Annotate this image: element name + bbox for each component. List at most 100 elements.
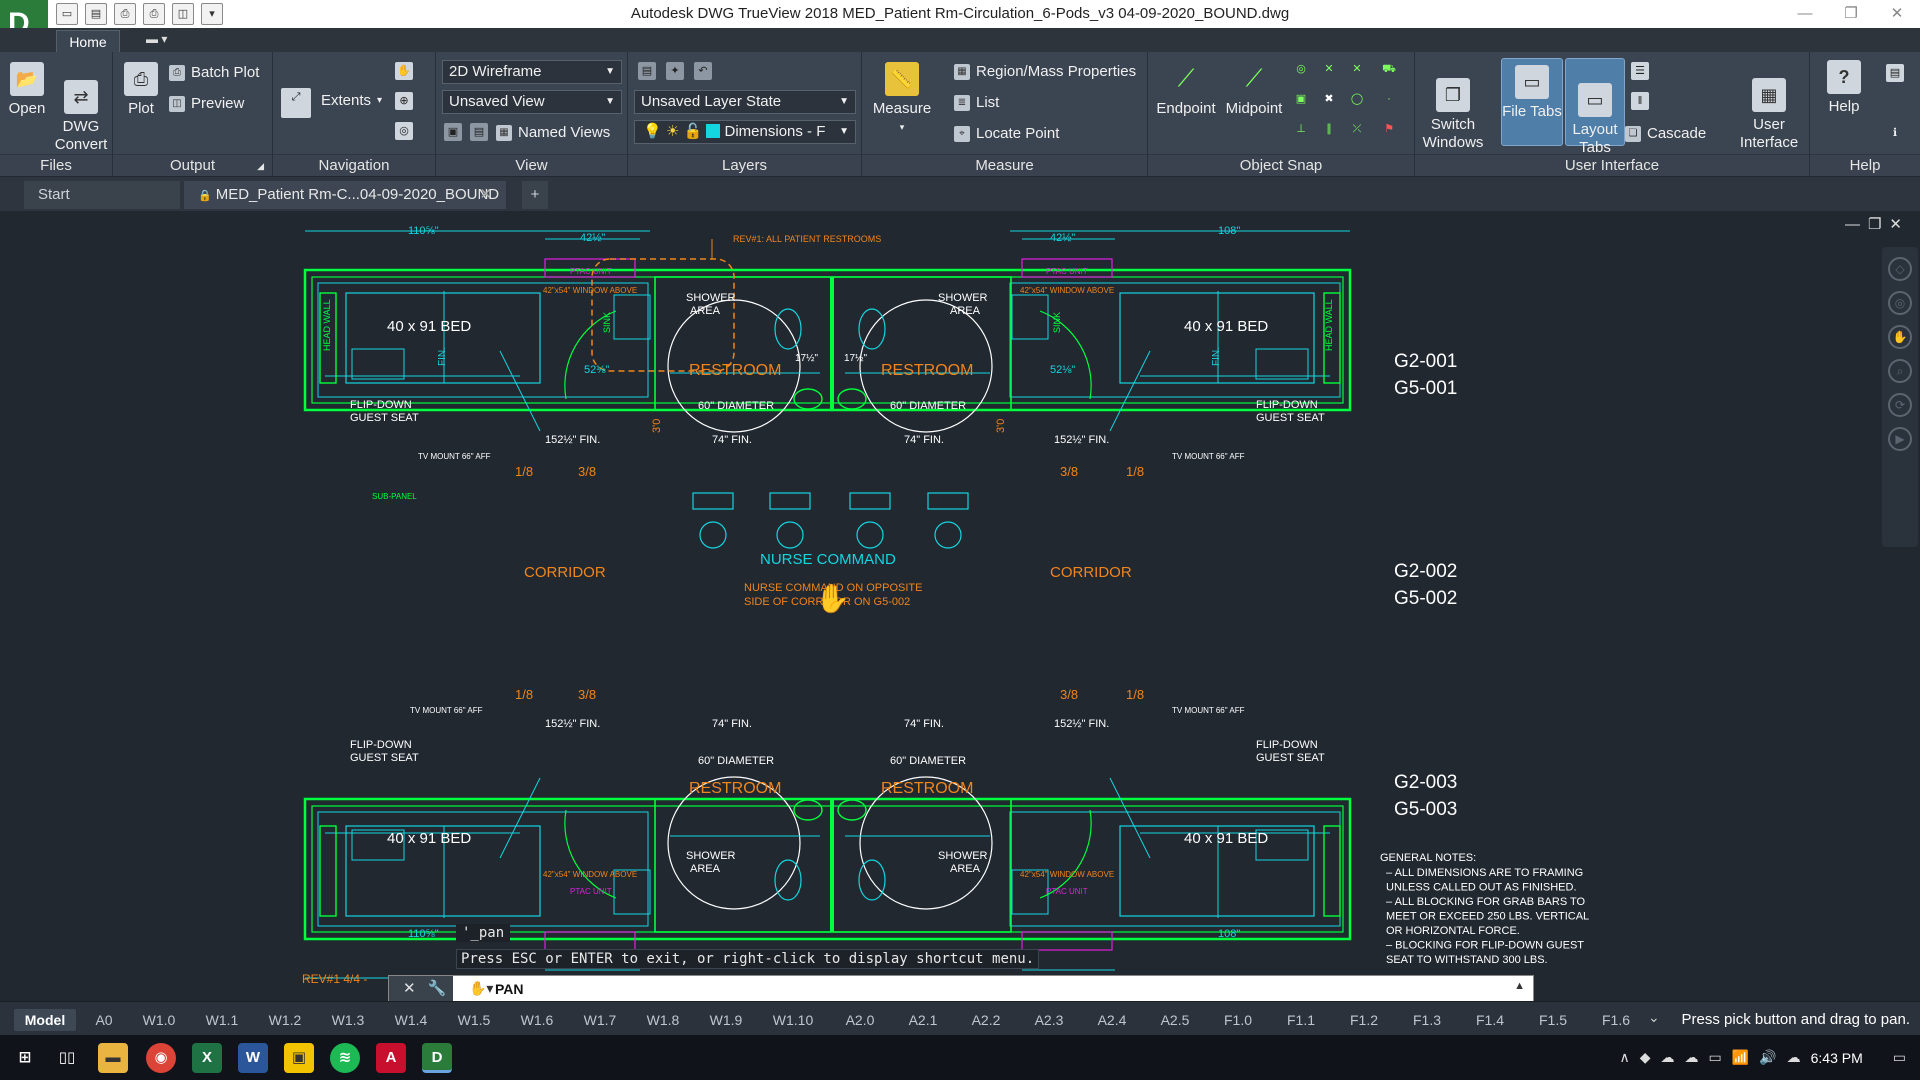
sync-icon[interactable]: ☁ (1685, 1049, 1699, 1066)
intersection-snap-icon[interactable]: ✕ (1320, 60, 1338, 78)
center-snap-icon[interactable]: ◎ (1292, 60, 1310, 78)
layout-tab-f1-1[interactable]: F1.1 (1274, 1009, 1328, 1031)
excel-icon[interactable]: X (192, 1043, 222, 1073)
switch-windows-button[interactable]: ❐ Switch Windows (1419, 60, 1487, 152)
extents-icon[interactable]: ⤢ (281, 88, 311, 118)
user-interface-button[interactable]: ▦ User Interface (1733, 60, 1805, 152)
locate-point-button[interactable]: ⌖ Locate Point (954, 125, 1059, 142)
layout-tab-w1-0[interactable]: W1.0 (132, 1009, 186, 1031)
batch-plot-icon[interactable]: ⎙ (143, 3, 165, 25)
minimize-button[interactable]: — (1782, 0, 1828, 28)
open-button[interactable]: 📂 Open (4, 62, 50, 118)
cascade-button[interactable]: ❏ Cascade (1625, 125, 1706, 142)
layout-tab-f1-4[interactable]: F1.4 (1463, 1009, 1517, 1031)
help-button[interactable]: ? Help (1814, 60, 1874, 116)
wifi-icon[interactable]: 📶 (1732, 1049, 1749, 1066)
onedrive-icon[interactable]: ☁ (1661, 1049, 1675, 1066)
orbit-nav-icon[interactable]: ⟳ (1888, 393, 1912, 417)
drawing-viewport[interactable]: 110⅝" 42½" 42½" 108" REV#1: ALL PATIENT … (0, 211, 1920, 1001)
tile-vertical-icon[interactable]: ‖ (1631, 92, 1649, 110)
info-icon[interactable]: ℹ (1886, 124, 1904, 142)
folder-icon[interactable]: ▣ (284, 1043, 314, 1073)
layer-state-dropdown[interactable]: Unsaved Layer State ▼ (634, 90, 856, 114)
clear-snap-icon[interactable]: ✖ (1320, 90, 1338, 108)
preview-icon[interactable]: ◫ (172, 3, 194, 25)
extents-button[interactable]: Extents ▾ (321, 92, 382, 109)
perpendicular-snap-icon[interactable]: ⊥ (1292, 120, 1310, 138)
chrome-icon[interactable]: ◉ (146, 1043, 176, 1073)
steering-wheel-icon[interactable]: ◎ (395, 122, 413, 140)
layout-tab-w1-8[interactable]: W1.8 (636, 1009, 690, 1031)
close-command-icon[interactable]: ✕ (403, 976, 416, 1002)
plot-button[interactable]: ⎙ Plot (117, 62, 165, 118)
layout-tabs-toggle[interactable]: ▭ Layout Tabs (1565, 58, 1625, 156)
list-button[interactable]: ≣ List (954, 94, 999, 111)
pan-nav-icon[interactable]: ✋ (1888, 325, 1912, 349)
layout-tab-f1-5[interactable]: F1.5 (1526, 1009, 1580, 1031)
maximize-button[interactable]: ❐ (1828, 0, 1874, 28)
extents-dropdown-icon[interactable]: ▾ (377, 95, 382, 106)
status-chevron-icon[interactable]: ⌄ (1648, 1009, 1660, 1026)
layer-previous-icon[interactable]: ↶ (694, 62, 712, 80)
layout-tab-f1-0[interactable]: F1.0 (1211, 1009, 1265, 1031)
open-icon[interactable]: ▭ (56, 3, 78, 25)
convert-icon[interactable]: ▤ (85, 3, 107, 25)
layout-tab-w1-10[interactable]: W1.10 (762, 1009, 824, 1031)
layout-tab-a0[interactable]: A0 (85, 1009, 123, 1031)
cloud-icon[interactable]: ☁ (1787, 1049, 1801, 1066)
spotify-icon[interactable]: ≋ (330, 1043, 360, 1073)
layout-tab-a2-4[interactable]: A2.4 (1085, 1009, 1139, 1031)
saved-view-dropdown[interactable]: Unsaved View ▼ (442, 90, 622, 114)
learning-icon[interactable]: ▤ (1886, 64, 1904, 82)
layout-tab-f1-6[interactable]: F1.6 (1589, 1009, 1643, 1031)
layout-tab-a2-0[interactable]: A2.0 (833, 1009, 887, 1031)
viewport-icon[interactable]: ▤ (470, 123, 488, 141)
layout-tab-w1-4[interactable]: W1.4 (384, 1009, 438, 1031)
node-snap-icon[interactable]: ▣ (1292, 90, 1310, 108)
qat-dropdown-icon[interactable]: ▾ (201, 3, 223, 25)
parallel-snap-icon[interactable]: ∥ (1320, 120, 1338, 138)
workspace-switch-icon[interactable]: ▬ ▾ (146, 32, 167, 46)
layout-tab-model[interactable]: Model (14, 1009, 76, 1031)
command-history-icon[interactable]: ▲ (1514, 980, 1525, 992)
tab-home[interactable]: Home (56, 30, 120, 52)
batch-plot-button[interactable]: ⎙ Batch Plot (169, 64, 259, 81)
layer-properties-icon[interactable]: ▤ (638, 62, 656, 80)
layout-tab-f1-3[interactable]: F1.3 (1400, 1009, 1454, 1031)
notifications-icon[interactable]: ▭ (1893, 1049, 1906, 1066)
close-button[interactable]: ✕ (1874, 0, 1920, 28)
task-view-icon[interactable]: ▯▯ (52, 1043, 82, 1073)
tab-start[interactable]: Start (24, 181, 180, 209)
customize-wrench-icon[interactable]: 🔧 (428, 976, 447, 1002)
word-icon[interactable]: W (238, 1043, 268, 1073)
tab-document[interactable]: 🔒 MED_Patient Rm-C...04-09-2020_BOUND ✕ (184, 181, 506, 209)
viewport-window-controls[interactable]: —❐✕ (1845, 215, 1910, 233)
layout-tab-a2-1[interactable]: A2.1 (896, 1009, 950, 1031)
region-mass-button[interactable]: ▦ Region/Mass Properties (954, 63, 1136, 80)
new-tab-button[interactable]: + (522, 181, 548, 209)
layer-match-icon[interactable]: ✦ (666, 62, 684, 80)
layout-tab-w1-6[interactable]: W1.6 (510, 1009, 564, 1031)
layout-tab-a2-3[interactable]: A2.3 (1022, 1009, 1076, 1031)
show-hidden-icons[interactable]: ∧ (1619, 1049, 1629, 1066)
tile-horizontal-icon[interactable]: ☰ (1631, 62, 1649, 80)
file-tabs-toggle[interactable]: ▭ File Tabs (1501, 58, 1563, 146)
acrobat-icon[interactable]: A (376, 1043, 406, 1073)
battery-icon[interactable]: ▭ (1709, 1049, 1722, 1066)
close-tab-icon[interactable]: ✕ (479, 181, 492, 209)
tangent-snap-icon[interactable]: ◯ (1348, 90, 1366, 108)
named-views-button[interactable]: ▦ Named Views (496, 124, 610, 141)
dwg-convert-button[interactable]: ⇄ DWG Convert (52, 62, 110, 154)
layout-tab-w1-7[interactable]: W1.7 (573, 1009, 627, 1031)
dwg-trueview-taskbar-icon[interactable]: D (422, 1043, 452, 1073)
osnap-settings-icon[interactable]: ⚑ (1380, 120, 1398, 138)
measure-button[interactable]: 📏 Measure ▾ (870, 62, 934, 136)
apparent-snap-icon[interactable]: ✕ (1348, 60, 1366, 78)
zoom-nav-icon[interactable]: ⌕ (1888, 359, 1912, 383)
command-input[interactable] (459, 976, 1499, 1002)
nearest-snap-icon[interactable]: ⤫ (1348, 120, 1366, 138)
layout-tab-w1-9[interactable]: W1.9 (699, 1009, 753, 1031)
layout-tab-a2-5[interactable]: A2.5 (1148, 1009, 1202, 1031)
layout-tab-a2-2[interactable]: A2.2 (959, 1009, 1013, 1031)
showmotion-icon[interactable]: ▶ (1888, 427, 1912, 451)
